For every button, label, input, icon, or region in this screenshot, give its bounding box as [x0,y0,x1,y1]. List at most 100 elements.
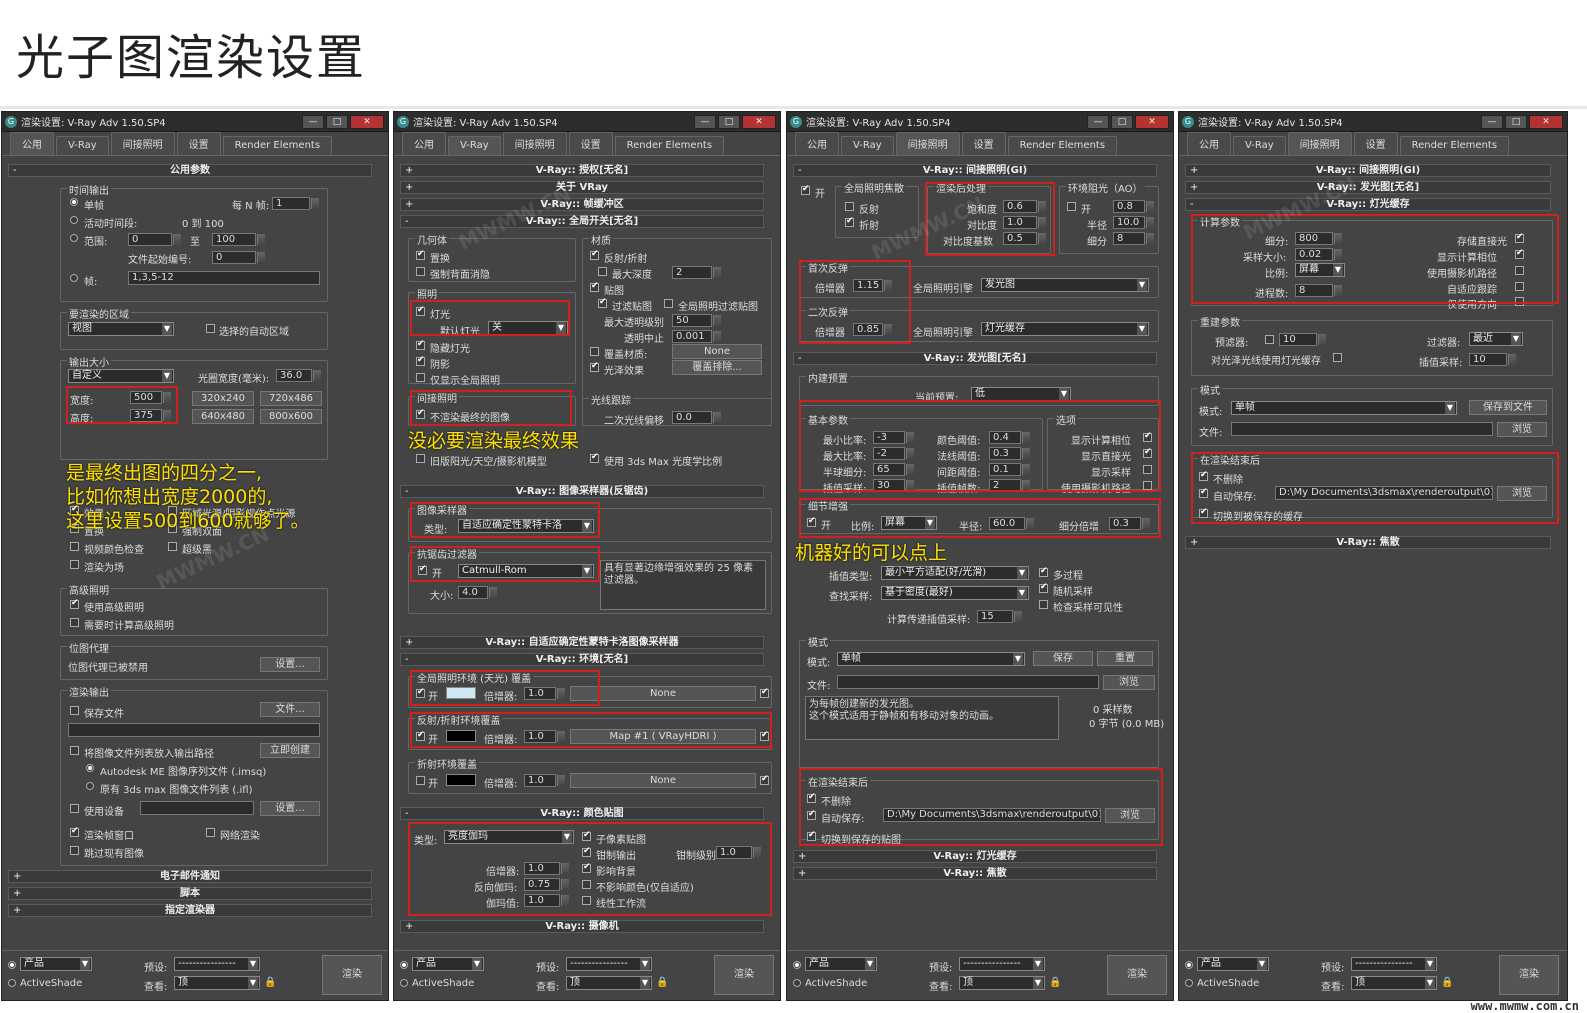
view-dropdown[interactable]: 顶 [1351,976,1437,990]
secondary-mult-input[interactable]: 0.85 [853,323,892,336]
checkbox-max-depth[interactable] [598,267,607,276]
radio-activeshade[interactable] [1185,979,1193,987]
checkbox-auto-region[interactable] [206,324,215,333]
tab-render-elements[interactable]: Render Elements [1399,136,1510,155]
tab-render-elements[interactable]: Render Elements [1007,136,1118,155]
preset-320x240-button[interactable]: 320x240 [192,391,254,406]
tab-render-elements[interactable]: Render Elements [222,136,333,155]
checkbox-multipass[interactable] [1039,566,1048,577]
checkbox-lights[interactable] [416,305,425,316]
lookup-dropdown[interactable]: 基于密度(最好) [881,586,1029,600]
checkbox-show-calc[interactable] [1143,431,1152,442]
checkbox-show-direct[interactable] [1143,447,1152,458]
rollout-global-switches[interactable]: - V-Ray:: 全局开关[无名] [400,215,764,228]
checkbox-use-3dsmax-scale[interactable] [590,452,599,463]
checkbox-lc-switch[interactable] [1199,507,1208,518]
rollout-irradiance-map[interactable]: - V-Ray:: 发光图[无名] [793,352,1157,365]
filter-size-input[interactable]: 4.0 [458,586,497,599]
lc-auto-save-path[interactable]: D:\My Documents\3dsmax\renderoutput\01.v… [1275,486,1493,500]
lc-file-field[interactable] [1231,422,1493,436]
maximize-icon[interactable]: □ [1505,114,1527,129]
preset-dropdown[interactable]: ---------------- [566,957,652,971]
preset-dropdown[interactable]: ---------------- [959,957,1045,971]
checkbox-refractive[interactable] [845,216,854,227]
preset-720x486-button[interactable]: 720x486 [260,391,322,406]
files-button[interactable]: 文件... [260,702,320,717]
create-now-button[interactable]: 立即创建 [260,743,320,758]
radio-production[interactable] [1185,961,1193,969]
checkbox-refr-env-on[interactable] [416,776,425,785]
close-icon[interactable]: ✕ [742,114,776,129]
minimize-icon[interactable]: — [694,114,716,129]
rollout-email[interactable]: + 电子邮件通知 [8,870,372,883]
current-preset-dropdown[interactable]: 低 [971,387,1071,401]
rollout-camera[interactable]: + V-Ray:: 摄像机 [400,920,764,933]
cm-mult-input[interactable]: 1.0 [524,862,569,875]
checkbox-adaptive-tracing[interactable] [1515,282,1524,291]
contrast-base-input[interactable]: 0.5 [1003,232,1046,245]
radio-production[interactable] [8,961,16,969]
preset-640x480-button[interactable]: 640x480 [192,409,254,424]
radio-single[interactable] [70,198,78,206]
checkbox-compute-adv[interactable] [70,618,79,627]
ao-subdivs-input[interactable]: 8 [1113,232,1154,245]
rollout-caustics[interactable]: + V-Ray:: 焦散 [1185,536,1551,549]
rollout-light-cache[interactable]: + V-Ray:: 灯光缓存 [793,850,1157,863]
preset-dropdown[interactable]: ---------------- [1351,957,1437,971]
close-icon[interactable]: ✕ [1135,114,1169,129]
gamma-input[interactable]: 1.0 [524,894,569,907]
irr-mode-dropdown[interactable]: 单帧 [837,652,1025,666]
irr-auto-save-browse[interactable]: 浏览 [1105,808,1155,823]
checkbox-refl-env-map[interactable] [760,730,769,741]
saturation-input[interactable]: 0.6 [1003,200,1046,213]
refr-env-map-button[interactable]: None [570,773,756,788]
passes-input[interactable]: 8 [1295,284,1342,297]
inv-gamma-input[interactable]: 0.75 [524,878,569,891]
tab-settings[interactable]: 设置 [1353,132,1398,155]
tab-vray[interactable]: V-Ray [1233,136,1286,155]
min-rate-input[interactable]: -3 [873,431,914,444]
render-button[interactable]: 渲染 [1107,955,1167,995]
rollout-framebuffer[interactable]: + V-Ray:: 帧缓冲区 [400,198,764,211]
checkbox-displace[interactable] [416,249,425,260]
lock-icon[interactable]: 🔒 [264,977,276,988]
production-dropdown[interactable]: 产品 [805,957,877,971]
rollout-common-params[interactable]: - 公用参数 [8,164,372,177]
render-button[interactable]: 渲染 [714,955,774,995]
lc-mode-dropdown[interactable]: 单帧 [1231,401,1457,415]
checkbox-shadows[interactable] [416,355,425,366]
secondary-engine-dropdown[interactable]: 灯光缓存 [981,322,1149,336]
rollout-assign-renderer[interactable]: + 指定渲染器 [8,904,372,917]
checkbox-clamp[interactable] [582,846,591,857]
nrm-thresh-input[interactable]: 0.3 [989,447,1030,460]
render-button[interactable]: 渲染 [322,955,382,995]
max-transp-input[interactable]: 50 [672,314,721,327]
minimize-icon[interactable]: — [302,114,324,129]
radio-activeshade[interactable] [400,979,408,987]
tab-common[interactable]: 公用 [10,132,54,155]
sampler-type-dropdown[interactable]: 自适应确定性蒙特卡洛 [458,519,594,533]
tab-common[interactable]: 公用 [402,132,446,155]
checkbox-show-samples[interactable] [1143,465,1152,474]
tab-vray[interactable]: V-Ray [841,136,894,155]
checkbox-video-check[interactable] [70,542,79,551]
checkbox-linear[interactable] [582,896,591,905]
checkbox-irr-dont-delete[interactable] [807,792,816,803]
radio-activeshade[interactable] [8,979,16,987]
checkbox-store-direct[interactable] [1515,232,1524,243]
radio-frames[interactable] [70,274,78,282]
maximize-icon[interactable]: □ [718,114,740,129]
tab-vray[interactable]: V-Ray [56,136,109,155]
tab-indirect[interactable]: 间接照明 [895,132,960,155]
checkbox-glossy[interactable] [590,361,599,372]
checkbox-prefilter[interactable] [1265,335,1274,344]
view-dropdown[interactable]: 顶 [174,976,260,990]
checkbox-ao-on[interactable] [1067,202,1076,211]
checkbox-dont-render-final[interactable] [416,408,425,419]
checkbox-refr-env-map[interactable] [760,774,769,785]
minimize-icon[interactable]: — [1087,114,1109,129]
rollout-about[interactable]: + 关于 VRay [400,181,764,194]
checkbox-filter-gi[interactable] [664,299,673,308]
lock-icon[interactable]: 🔒 [656,977,668,988]
radio-active-segment[interactable] [70,216,78,224]
